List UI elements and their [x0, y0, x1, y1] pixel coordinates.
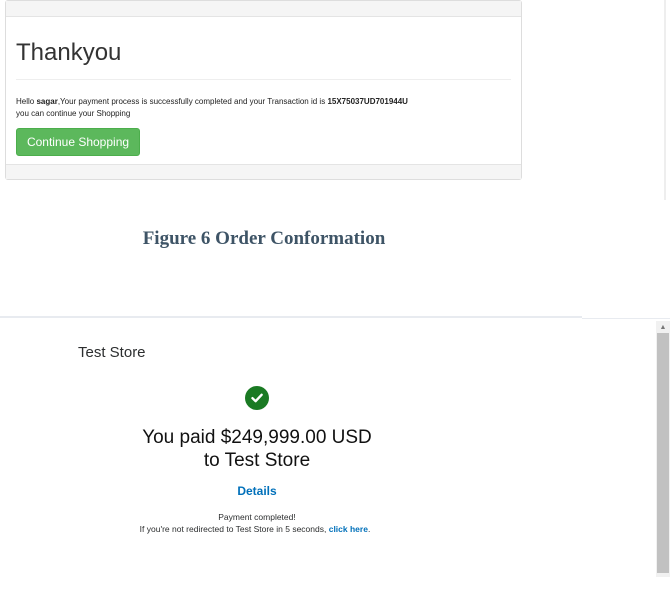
transaction-id: 15X75037UD701944U [327, 97, 408, 106]
click-here-link[interactable]: click here [329, 524, 368, 534]
greeting-prefix: Hello [16, 97, 37, 106]
continue-shopping-button[interactable]: Continue Shopping [16, 128, 140, 156]
store-name: Test Store [78, 344, 146, 361]
scroll-thumb[interactable] [657, 333, 669, 573]
panel-header [6, 1, 521, 17]
scroll-up-arrow-icon[interactable]: ▲ [656, 323, 670, 333]
redirect-end: . [367, 524, 371, 534]
thankyou-title: Thankyou [16, 39, 122, 66]
redirect-notice: If you're not redirected to Test Store i… [0, 524, 510, 534]
details-link[interactable]: Details [0, 484, 514, 498]
title-divider [16, 79, 511, 80]
paid-amount: You paid $249,999.00 USD [142, 427, 372, 448]
paid-recipient: to Test Store [203, 450, 311, 471]
panel-footer [6, 164, 521, 179]
figure-caption: Figure 6 Order Conformation [142, 228, 386, 249]
screenshot-divider [0, 316, 582, 318]
vertical-scrollbar[interactable]: ▲ [656, 321, 670, 577]
redirect-text: If you're not redirected to Test Store i… [139, 524, 329, 534]
user-name: sagar [36, 97, 58, 106]
thankyou-panel: Thankyou Hello sagar,Your payment proces… [5, 0, 522, 180]
page-edge [664, 0, 666, 200]
message-line2: you can continue your Shopping [16, 109, 131, 118]
check-circle-icon [245, 386, 269, 410]
screenshot-divider-right [582, 318, 670, 319]
message-mid: ,Your payment process is successfully co… [57, 97, 328, 106]
confirmation-message: Hello sagar,Your payment process is succ… [16, 96, 516, 120]
payment-completed-text: Payment completed! [218, 512, 296, 522]
